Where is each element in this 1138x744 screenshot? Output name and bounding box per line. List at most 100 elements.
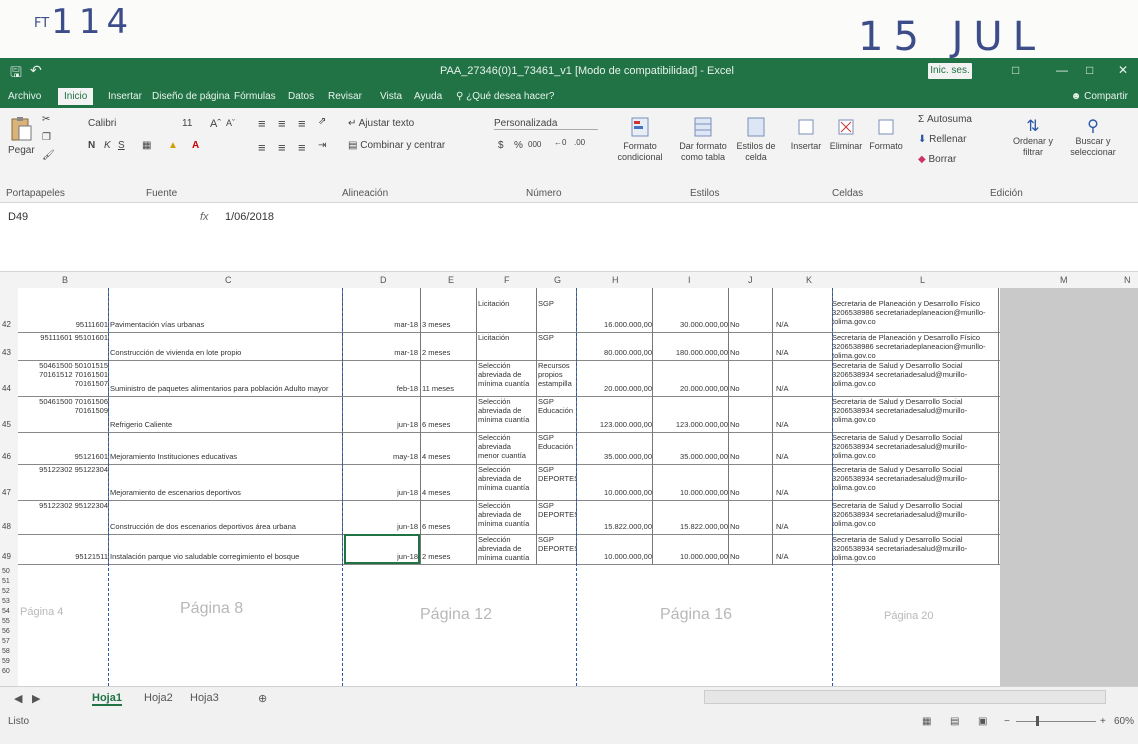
worksheet-grid[interactable]: 50 51 52 53 54 55 56 57 58 59 60 42 95111601 Pavimen… <box>0 288 1000 686</box>
sheet-tab-hoja3[interactable]: Hoja3 <box>190 692 219 704</box>
cell-i[interactable]: 180.000.000,00 <box>654 348 728 357</box>
tab-archivo[interactable]: Archivo <box>8 91 41 102</box>
cell-d[interactable]: mar-18 <box>344 320 418 329</box>
sheet-tab-hoja1[interactable]: Hoja1 <box>92 692 122 706</box>
cell-c[interactable]: Construcción de vivienda en lote propio <box>110 348 340 357</box>
cell-e[interactable]: 4 meses <box>422 452 476 461</box>
cell-l[interactable]: Secretaria de Salud y Desarrollo Social … <box>832 361 998 388</box>
font-name-select[interactable]: Calibri <box>88 118 140 129</box>
cell-g[interactable]: SGP DEPORTES <box>538 535 576 553</box>
row-number[interactable]: 60 <box>2 668 10 675</box>
column-header-f[interactable]: F <box>504 275 510 285</box>
cell-g[interactable]: Recursos propios estampilla <box>538 361 576 388</box>
page-layout-icon[interactable]: ▤ <box>950 716 959 727</box>
cell-l[interactable]: Secretaria de Salud y Desarrollo Social … <box>832 535 998 562</box>
align-bottom-icon[interactable]: ≡ <box>298 116 306 131</box>
cell-e[interactable]: 4 meses <box>422 488 476 497</box>
row-number[interactable]: 44 <box>2 384 11 393</box>
find-select-button[interactable]: ⚲ Buscar y seleccionar <box>1066 116 1120 158</box>
cell-d[interactable]: may-18 <box>344 452 418 461</box>
cell-i[interactable]: 10.000.000,00 <box>654 488 728 497</box>
zoom-in-icon[interactable]: + <box>1100 716 1106 727</box>
selected-cell-d49[interactable] <box>344 534 420 564</box>
row-number[interactable]: 57 <box>2 638 10 645</box>
thousands-button[interactable]: 000 <box>528 140 541 149</box>
percent-button[interactable]: % <box>514 140 523 151</box>
cell-e[interactable]: 6 meses <box>422 522 476 531</box>
currency-button[interactable]: $ <box>498 140 504 151</box>
cell-l[interactable]: Secretaria de Salud y Desarrollo Social … <box>832 397 998 424</box>
cell-k[interactable]: N/A <box>776 488 830 497</box>
underline-button[interactable]: S <box>118 140 125 151</box>
tab-ayuda[interactable]: Ayuda <box>414 91 442 102</box>
tab-vista[interactable]: Vista <box>380 91 402 102</box>
cell-k[interactable]: N/A <box>776 452 830 461</box>
cell-c[interactable]: Pavimentación vías urbanas <box>110 320 340 329</box>
cell-k[interactable]: N/A <box>776 420 830 429</box>
last-sheet-icon[interactable]: ▶ <box>32 692 40 705</box>
borders-icon[interactable]: ▦ <box>142 140 151 151</box>
cell-i[interactable]: 10.000.000,00 <box>654 552 728 561</box>
formula-input[interactable]: 1/06/2018 <box>225 211 274 223</box>
cut-icon[interactable]: ✂ <box>42 114 50 125</box>
delete-cells-button[interactable]: Eliminar <box>824 116 868 151</box>
tab-inicio[interactable]: Inicio <box>58 88 94 105</box>
cell-c[interactable]: Construcción de dos escenarios deportivo… <box>110 522 340 531</box>
cell-e[interactable]: 6 meses <box>422 420 476 429</box>
cell-f[interactable]: Selección abreviada de mínima cuantía <box>478 397 534 424</box>
paste-button[interactable]: Pegar <box>8 116 35 156</box>
row-number[interactable]: 47 <box>2 488 11 497</box>
cell-i[interactable]: 123.000.000,00 <box>654 420 728 429</box>
merge-center-button[interactable]: ▤ Combinar y centrar <box>348 140 445 151</box>
cell-d[interactable]: jun-18 <box>344 522 418 531</box>
font-color-icon[interactable]: A <box>192 140 199 151</box>
cell-e[interactable]: 11 meses <box>422 384 476 393</box>
wrap-text-button[interactable]: ↵ Ajustar texto <box>348 118 414 129</box>
align-left-icon[interactable]: ≡ <box>258 140 266 155</box>
cell-k[interactable]: N/A <box>776 522 830 531</box>
conditional-format-button[interactable]: Formato condicional <box>616 116 664 163</box>
undo-icon[interactable]: ↶ <box>30 62 42 79</box>
cell-e[interactable]: 2 meses <box>422 552 476 561</box>
maximize-icon[interactable]: □ <box>1086 63 1093 77</box>
column-header-c[interactable]: C <box>225 275 232 285</box>
cell-h[interactable]: 123.000.000,00 <box>578 420 652 429</box>
cell-styles-button[interactable]: Estilos de celda <box>734 116 778 163</box>
cell-g[interactable]: SGP <box>538 333 576 342</box>
horizontal-scrollbar[interactable] <box>704 690 1106 704</box>
insert-cells-button[interactable]: Insertar <box>786 116 826 151</box>
insert-function-button[interactable]: fx <box>200 211 209 223</box>
row-number[interactable]: 48 <box>2 522 11 531</box>
cell-h[interactable]: 80.000.000,00 <box>578 348 652 357</box>
cell-d[interactable]: jun-18 <box>344 488 418 497</box>
cell-b[interactable]: 95122302 95122304 <box>20 465 108 474</box>
cell-f[interactable]: Selección abreviada de mínima cuantía <box>478 465 534 492</box>
column-header-h[interactable]: H <box>612 275 619 285</box>
row-number[interactable]: 46 <box>2 452 11 461</box>
cell-g[interactable]: SGP <box>538 299 576 308</box>
column-header-d[interactable]: D <box>380 275 387 285</box>
cell-g[interactable]: SGP Educación <box>538 397 576 415</box>
cell-f[interactable]: Selección abreviada de mínima cuantía <box>478 535 534 562</box>
column-header-n[interactable]: N <box>1124 275 1131 285</box>
cell-i[interactable]: 30.000.000,00 <box>654 320 728 329</box>
cell-g[interactable]: SGP DEPORTES <box>538 465 576 483</box>
tab-diseno-pagina[interactable]: Diseño de página <box>152 91 230 102</box>
tell-me-search[interactable]: ⚲ ¿Qué desea hacer? <box>456 91 555 102</box>
row-number[interactable]: 53 <box>2 598 10 605</box>
sign-in-button[interactable]: Inic. ses. <box>928 63 972 79</box>
sheet-tab-hoja2[interactable]: Hoja2 <box>144 692 173 704</box>
row-number[interactable]: 43 <box>2 348 11 357</box>
cell-j[interactable]: No <box>730 420 770 429</box>
row-number[interactable]: 59 <box>2 658 10 665</box>
cell-h[interactable]: 10.000.000,00 <box>578 552 652 561</box>
cell-g[interactable]: SGP Educación <box>538 433 576 451</box>
cell-d[interactable]: feb-18 <box>344 384 418 393</box>
cell-l[interactable]: Secretaria de Salud y Desarrollo Social … <box>832 465 998 492</box>
column-header-j[interactable]: J <box>748 275 753 285</box>
column-header-b[interactable]: B <box>62 275 68 285</box>
cell-c[interactable]: Mejoramiento de escenarios deportivos <box>110 488 340 497</box>
column-header-g[interactable]: G <box>554 275 561 285</box>
increase-font-icon[interactable]: Aˆ <box>210 118 221 130</box>
row-number[interactable]: 52 <box>2 588 10 595</box>
